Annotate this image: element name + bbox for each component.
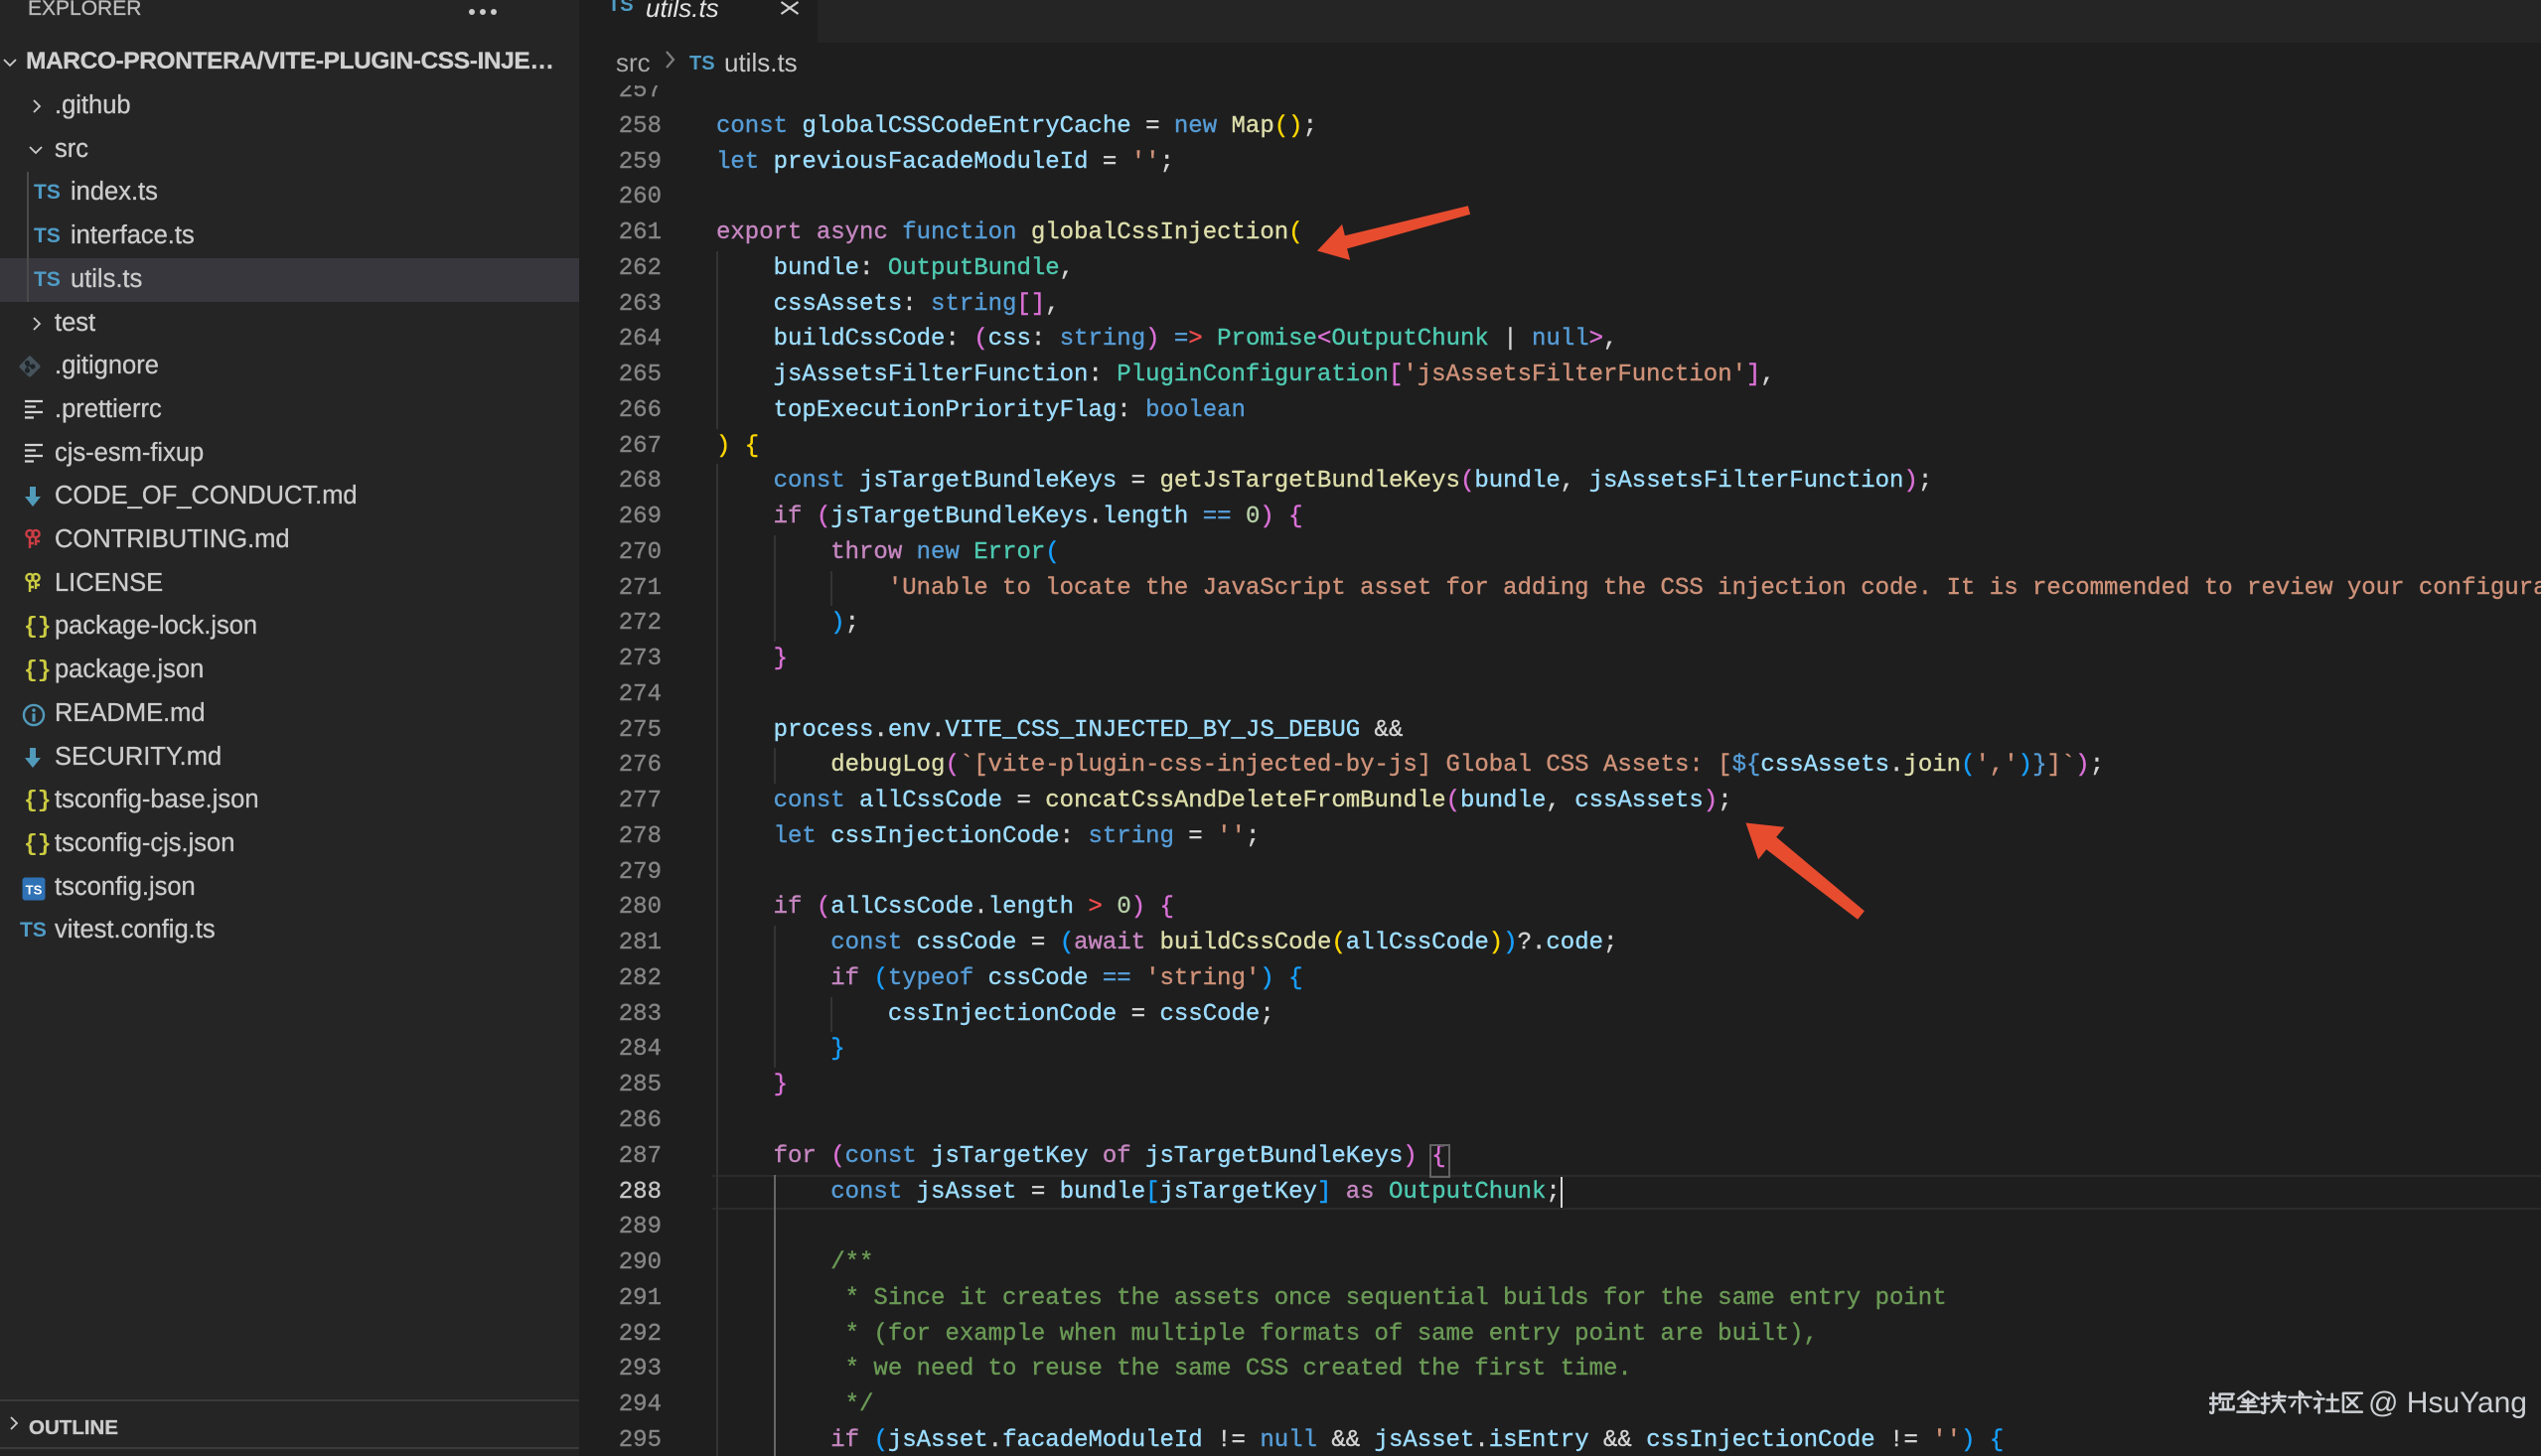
svg-text:TS: TS — [26, 882, 43, 897]
